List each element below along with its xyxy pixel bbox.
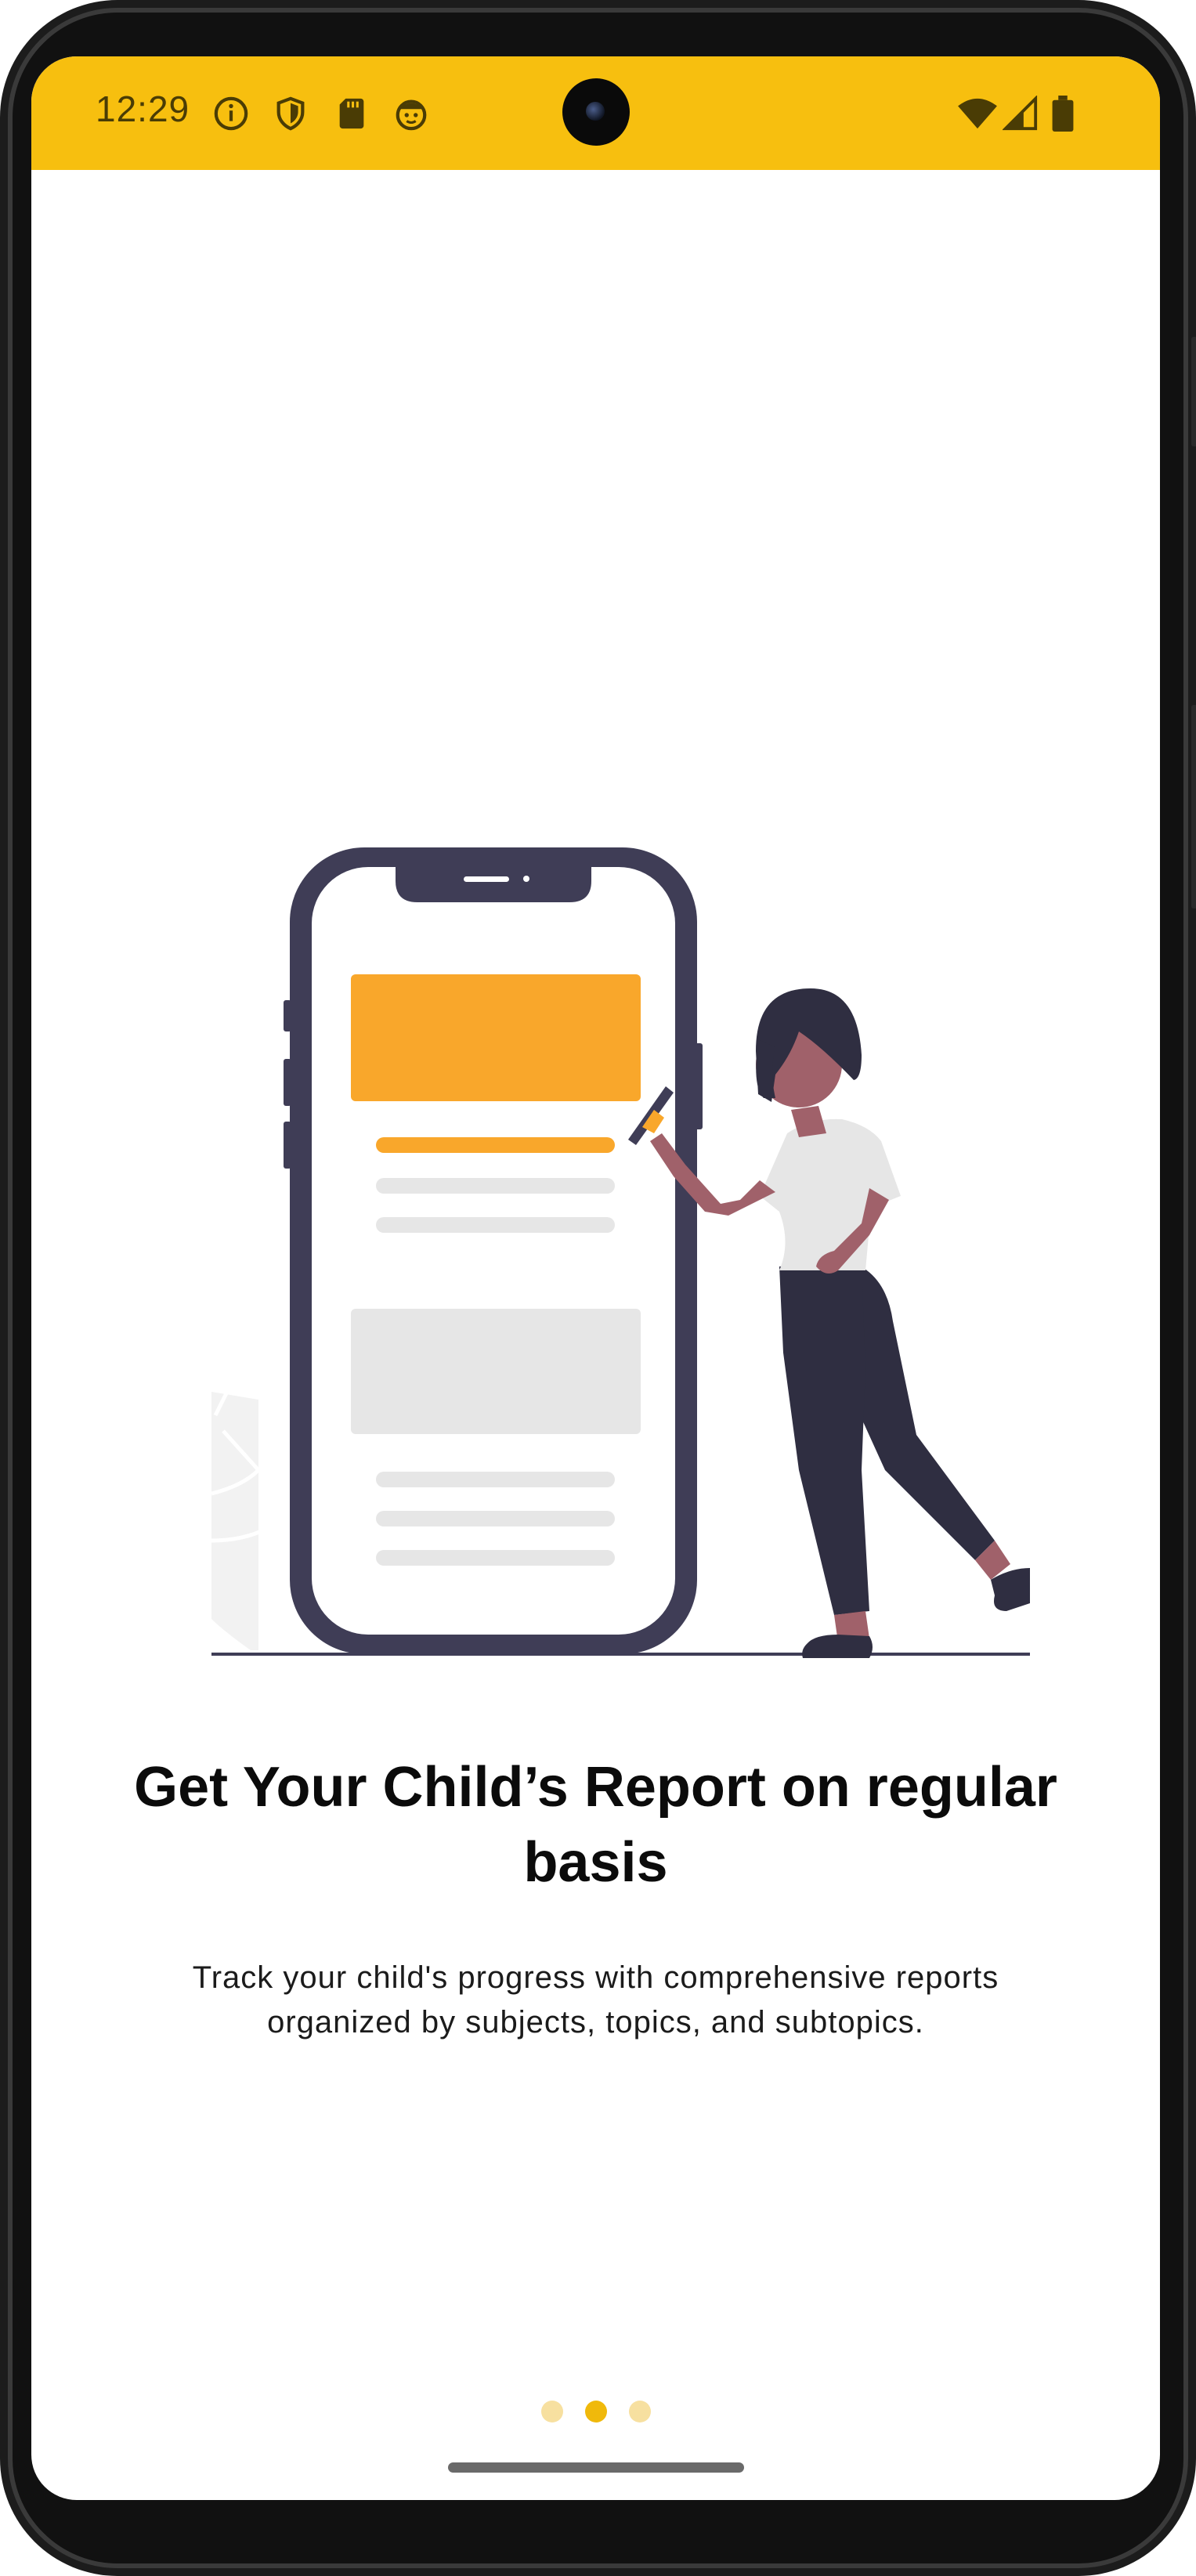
page-dot-1[interactable] [540,2401,563,2422]
volume-button [1191,337,1196,446]
wifi-icon [958,98,997,129]
info-icon [214,96,248,131]
sd-card-icon [339,98,364,129]
onboarding-description: Track your child's progress with compreh… [192,1960,999,2039]
phone-frame: 12:29 Get Your Child’s Report on regular… [0,0,1196,2576]
page-indicator [31,2401,1160,2422]
status-bar: 12:29 [31,56,1160,170]
page-dot-2-active[interactable] [584,2401,607,2422]
background-decoration [211,1390,268,1650]
front-camera [562,78,630,146]
status-time: 12:29 [96,89,190,129]
report-illustration [211,847,1030,1658]
gesture-home-bar[interactable] [448,2462,744,2473]
shield-icon [276,96,305,131]
onboarding-title: Get Your Child’s Report on regular basis [134,1756,1057,1894]
face-icon [396,99,427,131]
phone-graphic [290,847,697,1654]
battery-icon [1052,96,1074,132]
power-button [1191,705,1196,909]
app-screen: 12:29 Get Your Child’s Report on regular… [31,56,1160,2500]
page-dot-3[interactable] [628,2401,651,2422]
signal-icon [1003,96,1038,131]
